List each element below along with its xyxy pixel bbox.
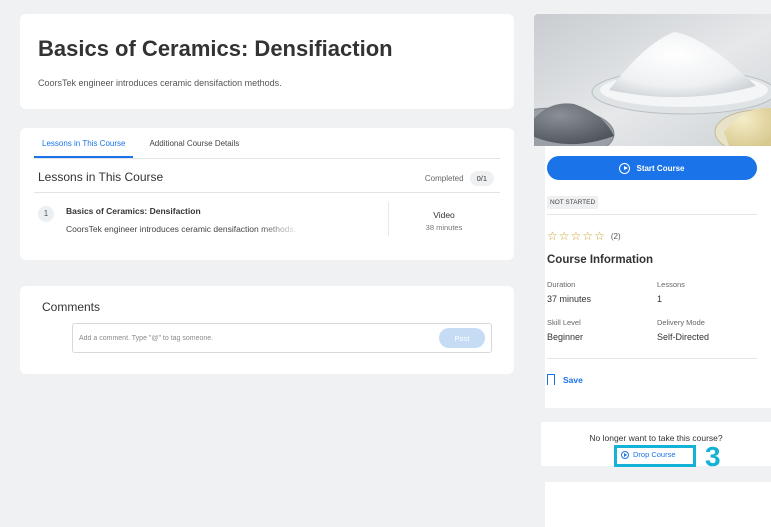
- delivery-mode-label: Delivery Mode: [657, 318, 705, 327]
- completed-label: Completed: [424, 174, 464, 183]
- post-button[interactable]: Post: [439, 328, 485, 348]
- lesson-description: CoorsTek engineer introduces ceramic den…: [66, 224, 297, 234]
- skill-level-label: Skill Level: [547, 318, 581, 327]
- course-thumbnail-image: [534, 14, 771, 146]
- play-circle-icon: [619, 162, 631, 174]
- save-label: Save: [563, 374, 583, 385]
- status-badge: NOT STARTED: [547, 196, 599, 209]
- save-button[interactable]: Save: [547, 374, 583, 389]
- rating-count: (2): [610, 231, 621, 241]
- tabs-divider: [34, 158, 500, 159]
- duration-label: Duration: [547, 280, 576, 289]
- course-title: Basics of Ceramics: Densifiaction: [38, 36, 393, 61]
- completed-indicator: Completed 0/1: [425, 171, 494, 186]
- step-number-marker: 3: [705, 441, 721, 472]
- info-divider: [547, 358, 757, 359]
- comment-input[interactable]: [79, 329, 429, 347]
- start-course-button[interactable]: Start Course: [547, 156, 757, 180]
- bookmark-icon: [547, 374, 555, 389]
- drop-question: No longer want to take this course?: [589, 433, 723, 443]
- skill-level-value: Beginner: [547, 332, 584, 342]
- drop-course-button[interactable]: Drop Course: [621, 450, 676, 459]
- play-circle-icon: [621, 450, 629, 459]
- lesson-separator: [388, 202, 389, 236]
- star-icon: ☆: [547, 229, 558, 243]
- lessons-label: Lessons: [657, 280, 685, 289]
- tab-lessons[interactable]: Lessons in This Course: [34, 128, 134, 158]
- lesson-type: Video: [433, 210, 455, 220]
- status-divider: [547, 214, 757, 215]
- duration-value: 37 minutes: [547, 294, 592, 304]
- star-icon: ☆: [558, 229, 570, 243]
- course-info-card: Start Course NOT STARTED ☆ ☆ ☆ ☆ ☆ (2) C…: [545, 146, 771, 408]
- rating: ☆ ☆ ☆ ☆ ☆ (2): [547, 230, 621, 242]
- lesson-number: 1: [38, 206, 54, 222]
- star-icon: ☆: [594, 229, 605, 243]
- star-icon: ☆: [582, 229, 594, 243]
- course-info-title: Course Information: [547, 254, 654, 266]
- lessons-value: 1: [657, 294, 663, 304]
- course-header-card: Basics of Ceramics: Densifiaction CoorsT…: [20, 14, 514, 109]
- tab-additional-details[interactable]: Additional Course Details: [141, 128, 247, 158]
- lower-panel: [545, 482, 771, 527]
- lessons-card: Lessons in This Course Additional Course…: [20, 128, 514, 260]
- lesson-title[interactable]: Basics of Ceramics: Densifaction: [66, 206, 201, 216]
- lesson-duration: 38 minutes: [425, 223, 463, 232]
- start-course-label: Start Course: [636, 163, 685, 173]
- completed-count: 0/1: [469, 171, 494, 186]
- comments-card: Comments Post: [20, 286, 514, 374]
- ceramic-powder-illustration: [534, 14, 771, 146]
- comment-box: Post: [72, 323, 492, 353]
- drop-course-label: Drop Course: [633, 450, 676, 459]
- lessons-heading: Lessons in This Course: [38, 170, 164, 184]
- delivery-mode-value: Self-Directed: [657, 332, 710, 342]
- lesson-row[interactable]: 1 Basics of Ceramics: Densifaction Coors…: [34, 200, 500, 242]
- course-subtitle: CoorsTek engineer introduces ceramic den…: [38, 78, 282, 88]
- comments-title: Comments: [42, 300, 101, 314]
- star-icon: ☆: [570, 229, 582, 243]
- lessons-divider: [34, 192, 500, 193]
- tab-bar: Lessons in This Course Additional Course…: [34, 128, 247, 158]
